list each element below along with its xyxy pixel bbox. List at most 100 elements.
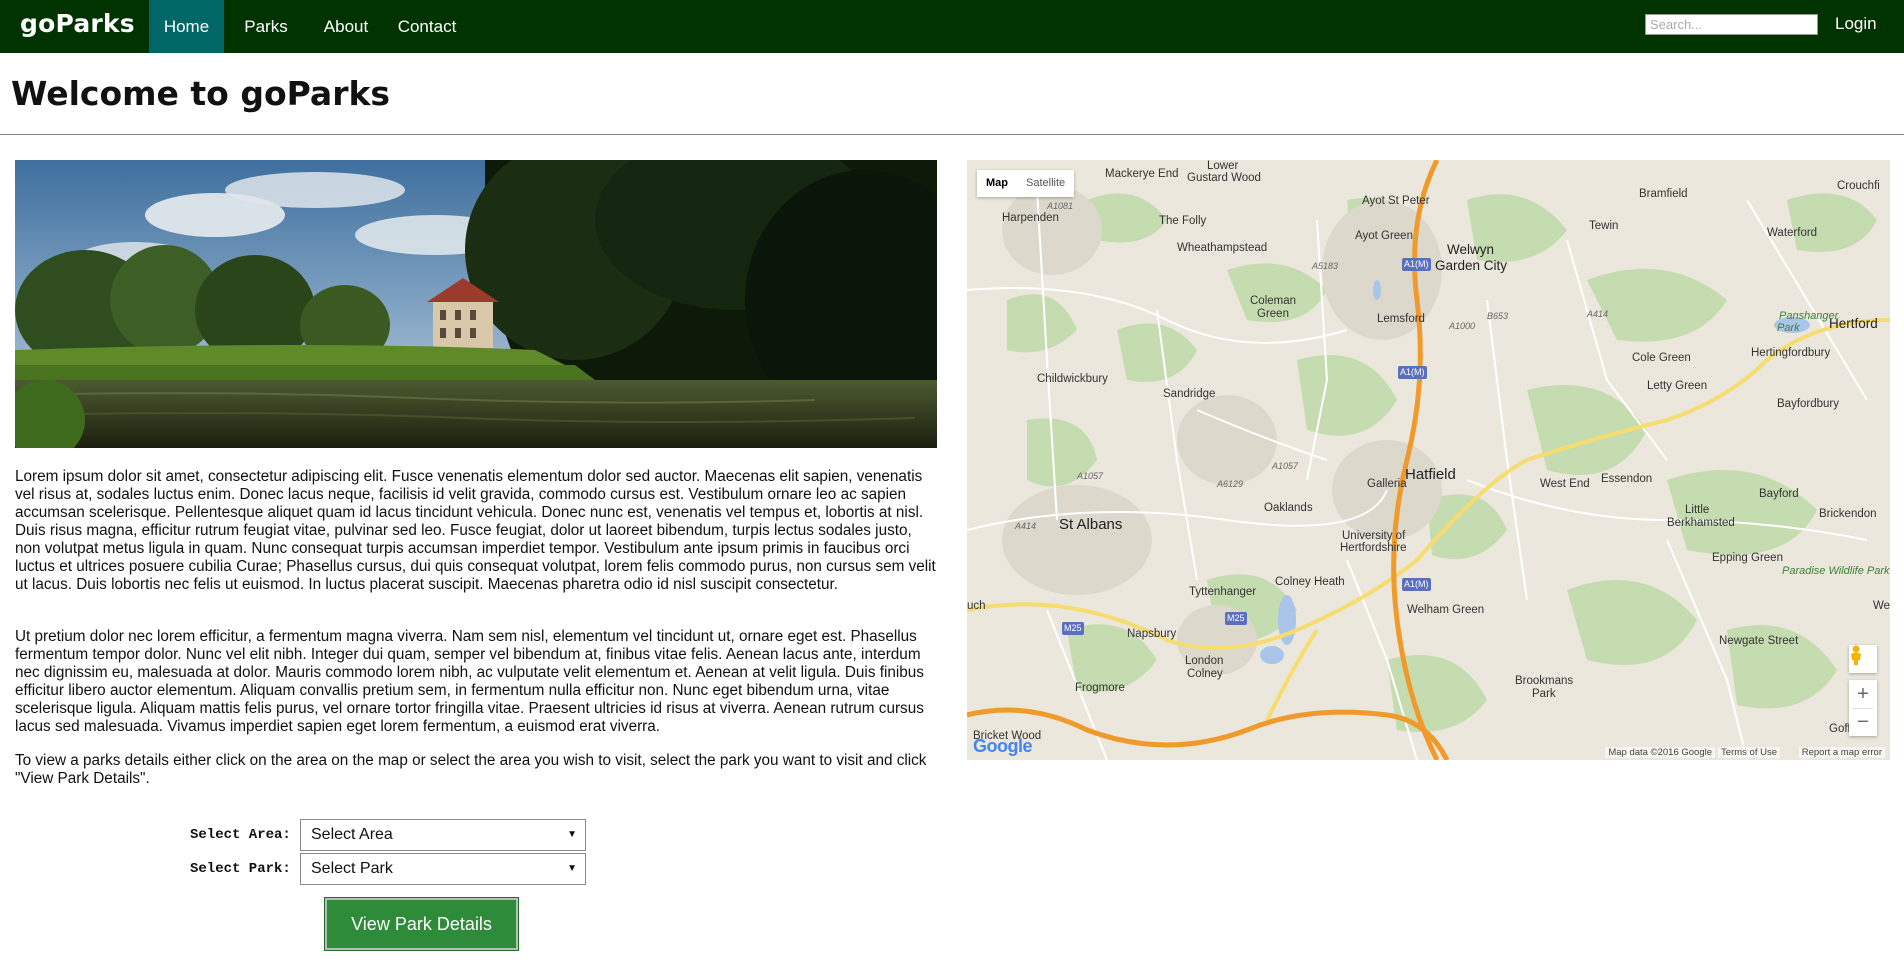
zoom-divider xyxy=(1853,708,1873,709)
map-place-label: Brickendon xyxy=(1819,508,1877,520)
map-place-label: Essendon xyxy=(1601,473,1653,485)
view-park-details-button[interactable]: View Park Details xyxy=(324,897,519,951)
map-place-label: Epping Green xyxy=(1712,552,1783,564)
map-place-label: Tewin xyxy=(1589,220,1619,232)
map-road-label: A1000 xyxy=(1449,321,1476,331)
map-place-label: Welwyn xyxy=(1447,242,1495,257)
select-park-dropdown[interactable]: Select Park ▼ xyxy=(300,853,586,885)
map-place-label: Welham Green xyxy=(1407,604,1485,616)
map-place-label: Gustard Wood xyxy=(1187,172,1261,184)
zoom-in-button[interactable]: + xyxy=(1849,680,1877,708)
map-place-label: Napsbury xyxy=(1127,628,1177,640)
map-place-label: Hertfordshire xyxy=(1340,542,1407,554)
street-view-pegman-icon[interactable] xyxy=(1849,645,1877,673)
map-place-label: Frogmore xyxy=(1075,682,1125,694)
map-place-label: Coleman xyxy=(1250,295,1297,307)
map-place-label: Green xyxy=(1257,308,1289,320)
map-type-map-button[interactable]: Map xyxy=(977,170,1017,197)
map-road-label: M25 xyxy=(1062,622,1084,635)
instructions-paragraph: To view a parks details either click on … xyxy=(15,752,927,787)
map-place-label: Ayot St Peter xyxy=(1362,195,1430,207)
nav-about[interactable]: About xyxy=(314,0,378,53)
map-place-label: Bramfield xyxy=(1639,188,1688,200)
park-map[interactable]: Mackerye End Lower Gustard Wood Ayot St … xyxy=(967,160,1890,760)
map-place-label: Wes xyxy=(1873,600,1890,612)
map-place-label: Oaklands xyxy=(1264,502,1313,514)
map-place-label: Galleria xyxy=(1367,478,1407,490)
map-place-label: Mackerye End xyxy=(1105,168,1179,180)
map-road-label: A6129 xyxy=(1217,479,1244,489)
map-road-label: A1057 xyxy=(1272,461,1299,471)
map-report-error-link[interactable]: Report a map error xyxy=(1798,747,1885,758)
title-divider xyxy=(0,134,1904,135)
map-road-label: A1057 xyxy=(1077,471,1104,481)
map-place-label: Berkhamsted xyxy=(1667,517,1735,529)
chevron-down-icon: ▼ xyxy=(567,863,577,874)
map-place-label: Colney xyxy=(1187,668,1223,680)
map-place-label: Letty Green xyxy=(1647,380,1708,392)
map-road-label: A1081 xyxy=(1047,201,1074,211)
map-place-label: Tyttenhanger xyxy=(1189,586,1257,598)
map-terms-link[interactable]: Terms of Use xyxy=(1718,747,1780,758)
zoom-control: + − xyxy=(1849,680,1877,736)
hero-park-image xyxy=(15,160,937,448)
map-road-label: A414 xyxy=(1587,309,1609,319)
map-place-label: Hatfield xyxy=(1405,466,1456,483)
map-place-label: Garden City xyxy=(1435,258,1508,273)
map-place-label: Ayot Green xyxy=(1355,230,1413,242)
map-type-satellite-button[interactable]: Satellite xyxy=(1017,170,1074,197)
map-place-label: Crouchfi xyxy=(1837,180,1880,192)
nav-contact[interactable]: Contact xyxy=(390,0,464,53)
page-title: Welcome to goParks xyxy=(11,74,391,113)
google-logo-text: Google xyxy=(973,736,1033,756)
map-place-label: The Folly xyxy=(1159,215,1207,227)
map-base xyxy=(967,160,1890,760)
map-road-label: A414 xyxy=(1015,521,1037,531)
map-place-label: Park xyxy=(1777,322,1800,334)
map-place-label: Childwickbury xyxy=(1037,373,1108,385)
map-road-label: B653 xyxy=(1487,311,1509,321)
map-place-label: Sandridge xyxy=(1163,388,1216,400)
map-place-label: Lemsford xyxy=(1377,313,1425,325)
map-place-label: London xyxy=(1185,655,1224,667)
map-place-label: St Albans xyxy=(1059,516,1123,533)
map-place-label: Waterford xyxy=(1767,227,1818,239)
map-place-label: Hertford xyxy=(1829,316,1878,331)
top-navbar: goParks Home Parks About Contact Login xyxy=(0,0,1904,53)
select-area-dropdown[interactable]: Select Area ▼ xyxy=(300,819,586,851)
google-logo: Google xyxy=(973,736,1033,757)
map-place-label: Harpenden xyxy=(1002,212,1059,224)
map-place-label: Brookmans xyxy=(1515,675,1574,687)
chevron-down-icon: ▼ xyxy=(567,829,577,840)
map-place-label: Bayford xyxy=(1759,488,1799,500)
zoom-out-button[interactable]: − xyxy=(1849,708,1877,736)
map-place-label: Little xyxy=(1685,504,1710,516)
map-place-label: West End xyxy=(1540,478,1590,490)
map-road-label: A1(M) xyxy=(1402,578,1431,591)
nav-home[interactable]: Home xyxy=(149,0,224,53)
intro-paragraph-2: Ut pretium dolor nec lorem efficitur, a … xyxy=(15,628,924,735)
search-input[interactable] xyxy=(1645,14,1818,35)
map-place-label: Hertingfordbury xyxy=(1751,347,1831,359)
intro-paragraph-1: Lorem ipsum dolor sit amet, consectetur … xyxy=(15,468,936,593)
map-road-label: A1(M) xyxy=(1402,258,1431,271)
select-park-value: Select Park xyxy=(311,860,393,877)
map-type-control: Map Satellite xyxy=(977,170,1075,197)
select-park-label: Select Park: xyxy=(190,861,291,877)
brand-logo[interactable]: goParks xyxy=(20,9,135,38)
map-place-label: Cole Green xyxy=(1632,352,1691,364)
map-place-label: Newgate Street xyxy=(1719,635,1799,647)
map-road-label: A1(M) xyxy=(1398,366,1427,379)
login-link[interactable]: Login xyxy=(1835,0,1877,48)
map-attribution: Map data ©2016 Google xyxy=(1605,747,1715,758)
map-place-label: Colney Heath xyxy=(1275,576,1345,588)
select-area-value: Select Area xyxy=(311,826,393,843)
select-area-label: Select Area: xyxy=(190,827,291,843)
map-place-label: uch xyxy=(967,600,986,612)
map-road-label: M25 xyxy=(1225,612,1247,625)
map-place-label: Bayfordbury xyxy=(1777,398,1840,410)
map-place-label: Wheathampstead xyxy=(1177,242,1268,254)
nav-parks[interactable]: Parks xyxy=(232,0,300,53)
map-place-label: Park xyxy=(1532,688,1556,700)
map-place-label: Paradise Wildlife Park xyxy=(1782,565,1890,577)
